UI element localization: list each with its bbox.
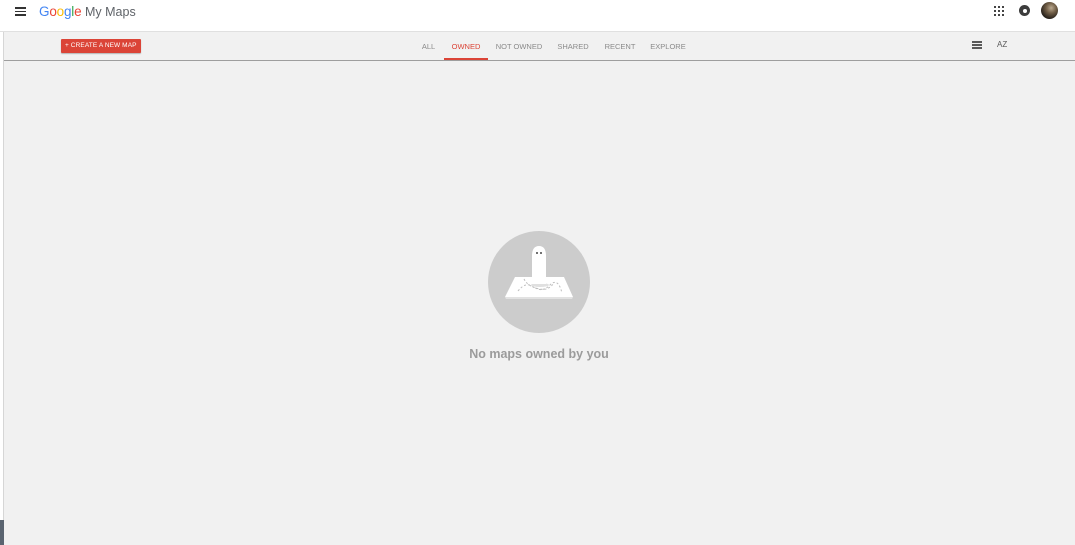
tab-owned[interactable]: OWNED (444, 32, 488, 60)
sort-az-icon[interactable]: AZ (997, 40, 1007, 49)
window-edge-tab (0, 520, 4, 545)
tab-explore[interactable]: EXPLORE (647, 32, 689, 60)
google-logo[interactable]: Google (39, 4, 82, 20)
tab-not-owned[interactable]: NOT OWNED (494, 32, 544, 60)
ghost-on-map-icon (488, 231, 590, 333)
tab-shared[interactable]: SHARED (554, 32, 592, 60)
notifications-icon[interactable] (1019, 5, 1030, 16)
create-new-map-button[interactable]: + CREATE A NEW MAP (61, 39, 141, 53)
tab-all[interactable]: ALL (414, 32, 443, 60)
product-name: My Maps (85, 5, 136, 19)
apps-grid-icon[interactable] (994, 6, 1004, 16)
tab-recent[interactable]: RECENT (601, 32, 639, 60)
empty-state-message: No maps owned by you (469, 347, 609, 361)
account-avatar[interactable] (1041, 2, 1058, 19)
window-left-edge (0, 0, 4, 545)
app-header: Google My Maps (0, 0, 1075, 32)
maps-toolbar: + CREATE A NEW MAP ALL OWNED NOT OWNED S… (4, 32, 1075, 61)
list-view-icon[interactable] (972, 41, 982, 49)
menu-icon[interactable] (15, 7, 26, 16)
